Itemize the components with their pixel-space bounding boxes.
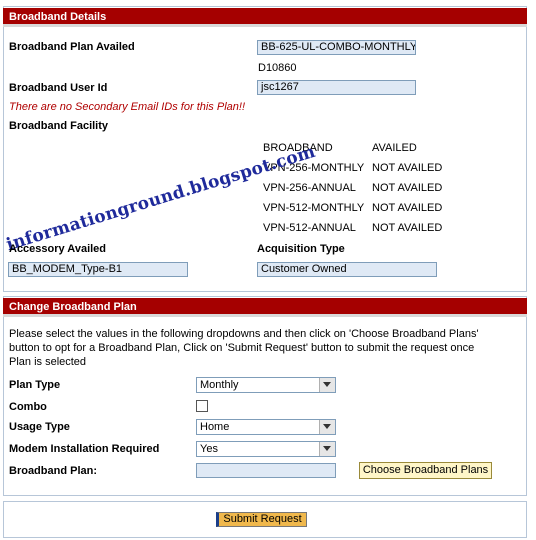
accessory-label: Accessory Availed xyxy=(9,243,107,255)
modem-installation-selected: Yes xyxy=(200,443,218,455)
accessory-field: BB_MODEM_Type-B1 xyxy=(8,262,188,277)
change-plan-instructions: Please select the values in the followin… xyxy=(9,328,479,368)
plan-type-label: Plan Type xyxy=(9,379,61,391)
broadband-plan-input[interactable] xyxy=(196,463,336,478)
facility-label: Broadband Facility xyxy=(9,120,109,132)
chevron-down-icon[interactable] xyxy=(319,442,335,456)
facility-status: NOT AVAILED xyxy=(372,202,443,214)
chevron-down-icon[interactable] xyxy=(319,378,335,392)
facility-name: VPN-512-ANNUAL xyxy=(263,222,356,234)
combo-label: Combo xyxy=(9,401,47,413)
plan-availed-field: BB-625-UL-COMBO-MONTHLY xyxy=(257,40,416,55)
usage-type-selected: Home xyxy=(200,421,230,433)
chevron-down-icon[interactable] xyxy=(319,420,335,434)
plan-availed-label: Broadband Plan Availed xyxy=(9,41,135,53)
facility-name: VPN-512-MONTHLY xyxy=(263,202,365,214)
facility-status: NOT AVAILED xyxy=(372,222,443,234)
user-id-label: Broadband User Id xyxy=(9,82,108,94)
acquisition-field: Customer Owned xyxy=(257,262,437,277)
broadband-details-header: Broadband Details xyxy=(3,8,527,27)
acquisition-label: Acquisition Type xyxy=(257,243,345,255)
submit-request-button[interactable]: Submit Request xyxy=(216,512,307,527)
plan-type-selected: Monthly xyxy=(200,379,239,391)
facility-status: NOT AVAILED xyxy=(372,162,443,174)
user-id-field: jsc1267 xyxy=(257,80,416,95)
modem-installation-label: Modem Installation Required xyxy=(9,443,160,455)
plan-type-dropdown[interactable]: Monthly xyxy=(196,377,336,393)
modem-installation-dropdown[interactable]: Yes xyxy=(196,441,336,457)
change-plan-header: Change Broadband Plan xyxy=(3,298,527,317)
broadband-plan-label: Broadband Plan: xyxy=(9,465,98,477)
facility-status: AVAILED xyxy=(372,142,417,154)
secondary-email-error: There are no Secondary Email IDs for thi… xyxy=(9,101,245,113)
combo-checkbox[interactable] xyxy=(196,400,208,412)
choose-broadband-plans-button[interactable]: Choose Broadband Plans xyxy=(359,462,492,479)
usage-type-label: Usage Type xyxy=(9,421,70,433)
usage-type-dropdown[interactable]: Home xyxy=(196,419,336,435)
facility-status: NOT AVAILED xyxy=(372,182,443,194)
facility-name: VPN-256-ANNUAL xyxy=(263,182,356,194)
plan-code-text: D10860 xyxy=(258,62,297,74)
